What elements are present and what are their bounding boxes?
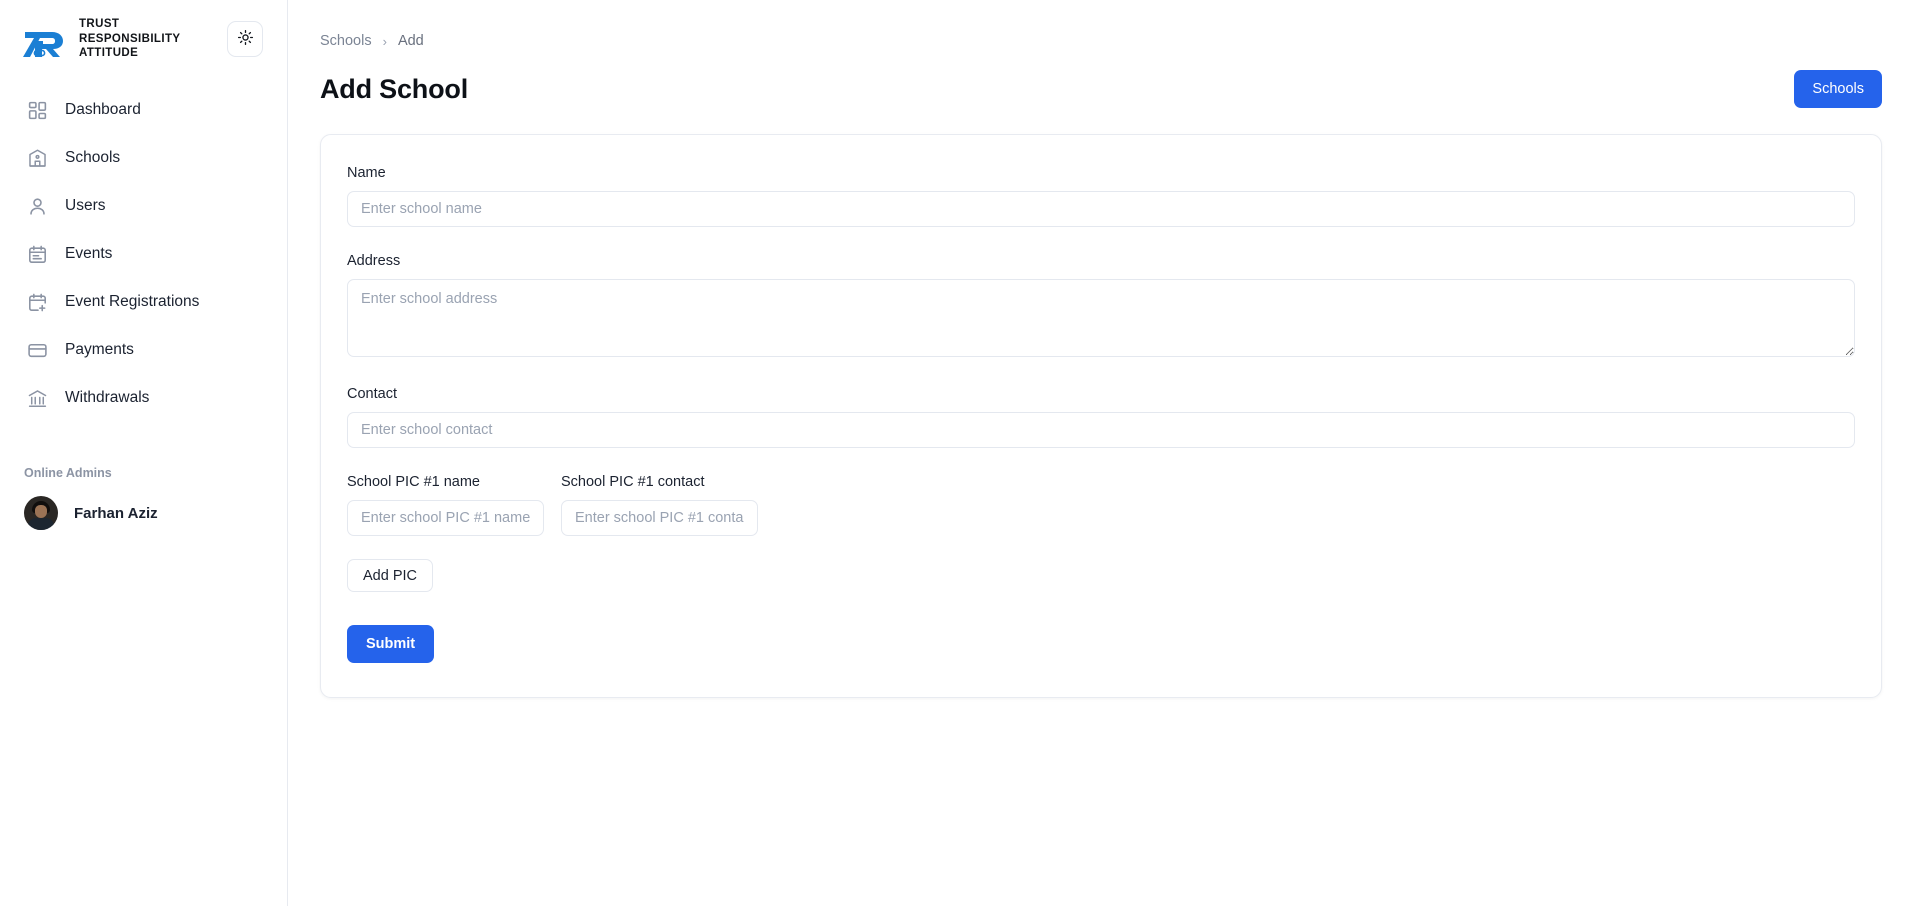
sidebar: TRUST RESPONSIBILITY ATTITUDE Dashboard …	[0, 0, 288, 906]
breadcrumb: Schools › Add	[320, 30, 1882, 52]
avatar	[24, 496, 58, 530]
name-label: Name	[347, 165, 386, 181]
sidebar-item-label: Event Registrations	[65, 293, 200, 310]
sidebar-item-label: Events	[65, 245, 113, 262]
sidebar-item-label: Payments	[65, 341, 134, 358]
calendar-icon	[26, 243, 48, 265]
sidebar-nav: Dashboard Schools Users Events Event Reg…	[0, 74, 287, 422]
sidebar-header: TRUST RESPONSIBILITY ATTITUDE	[0, 0, 287, 74]
online-admin-name: Farhan Aziz	[74, 504, 158, 522]
field-pic-contact: School PIC #1 contact	[561, 474, 758, 536]
page-header: Add School Schools	[320, 70, 1882, 108]
pic-contact-label: School PIC #1 contact	[561, 474, 705, 490]
grid-icon	[26, 99, 48, 121]
sidebar-item-users[interactable]: Users	[0, 182, 287, 230]
school-name-input[interactable]	[347, 191, 1855, 227]
field-name: Name	[347, 165, 1855, 227]
breadcrumb-current: Add	[397, 33, 424, 49]
sidebar-item-dashboard[interactable]: Dashboard	[0, 86, 287, 134]
schools-button[interactable]: Schools	[1794, 70, 1882, 108]
pic-contact-input[interactable]	[561, 500, 758, 536]
theme-toggle-button[interactable]	[227, 21, 263, 57]
sidebar-item-schools[interactable]: Schools	[0, 134, 287, 182]
contact-label: Contact	[347, 386, 397, 402]
address-label: Address	[347, 253, 401, 269]
credit-card-icon	[26, 339, 48, 361]
chevron-right-icon: ›	[382, 33, 387, 49]
sidebar-item-events[interactable]: Events	[0, 230, 287, 278]
sidebar-item-label: Dashboard	[65, 101, 141, 118]
field-address: Address	[347, 253, 1855, 362]
online-admin-item[interactable]: Farhan Aziz	[0, 486, 287, 540]
brand-line-1: TRUST	[79, 18, 120, 31]
sidebar-item-label: Schools	[65, 149, 121, 166]
sidebar-item-withdrawals[interactable]: Withdrawals	[0, 374, 287, 422]
pic-name-label: School PIC #1 name	[347, 474, 480, 490]
field-contact: Contact	[347, 386, 1855, 448]
tr-monogram-logo-icon	[22, 19, 68, 59]
field-pic-name: School PIC #1 name	[347, 474, 544, 536]
brand-line-2: RESPONSIBILITY	[79, 32, 181, 45]
add-pic-button[interactable]: Add PIC	[347, 559, 433, 592]
school-building-icon	[26, 147, 48, 169]
sidebar-item-label: Users	[65, 197, 106, 214]
pic-name-input[interactable]	[347, 500, 544, 536]
brand-line-3: ATTITUDE	[79, 47, 139, 60]
calendar-plus-icon	[26, 291, 48, 313]
user-icon	[26, 195, 48, 217]
brand-text: TRUST RESPONSIBILITY ATTITUDE	[79, 17, 180, 60]
pic-fields-row: School PIC #1 name School PIC #1 contact	[347, 474, 1855, 536]
bank-icon	[26, 387, 48, 409]
sidebar-item-payments[interactable]: Payments	[0, 326, 287, 374]
school-contact-input[interactable]	[347, 412, 1855, 448]
breadcrumb-link-schools[interactable]: Schools	[320, 33, 372, 49]
sidebar-item-event-registrations[interactable]: Event Registrations	[0, 278, 287, 326]
app-root: TRUST RESPONSIBILITY ATTITUDE Dashboard …	[0, 0, 1920, 906]
add-school-form-card: Name Address Contact School PIC #1 name	[320, 134, 1882, 698]
online-admins-heading: Online Admins	[24, 466, 112, 480]
submit-button[interactable]: Submit	[347, 625, 435, 663]
school-address-textarea[interactable]	[347, 279, 1855, 357]
main-content: Schools › Add Add School Schools Name Ad…	[288, 0, 1920, 906]
page-title: Add School	[320, 73, 468, 104]
sidebar-item-label: Withdrawals	[65, 389, 150, 406]
brand: TRUST RESPONSIBILITY ATTITUDE	[22, 17, 180, 60]
sun-icon	[237, 29, 254, 49]
